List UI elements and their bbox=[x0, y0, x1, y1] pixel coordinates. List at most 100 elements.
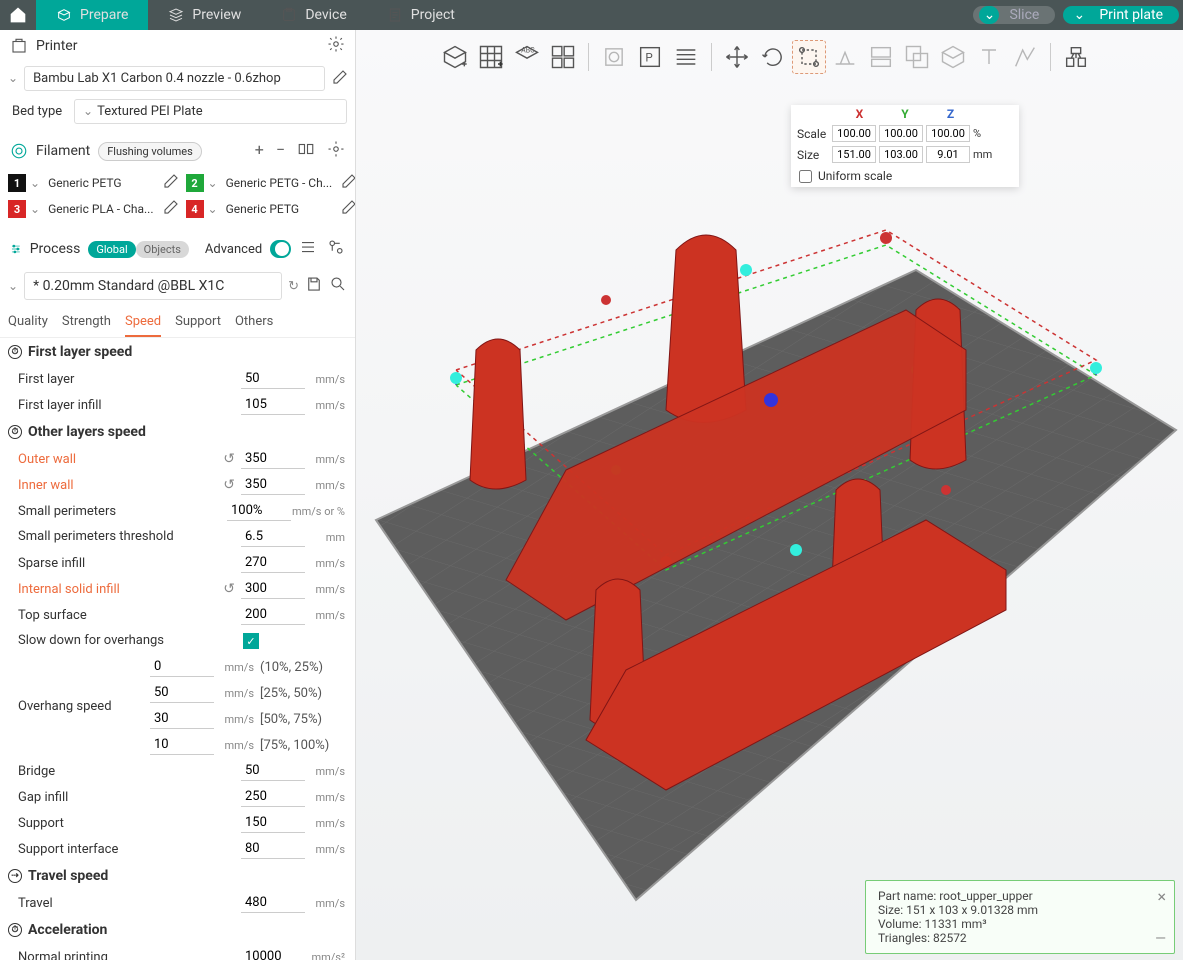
inner-wall-input[interactable] bbox=[241, 475, 305, 495]
tab-support[interactable]: Support bbox=[175, 308, 221, 337]
move-tool-icon[interactable] bbox=[720, 40, 754, 74]
rotate-tool-icon[interactable] bbox=[756, 40, 790, 74]
support-input[interactable] bbox=[241, 813, 305, 833]
advanced-toggle[interactable] bbox=[270, 240, 291, 258]
list-icon[interactable] bbox=[299, 238, 317, 260]
add-support-icon[interactable]: ABC bbox=[510, 40, 544, 74]
add-filament-icon[interactable]: + bbox=[255, 140, 264, 162]
internal-solid-infill-input[interactable] bbox=[241, 579, 305, 599]
gear-icon[interactable] bbox=[327, 35, 345, 57]
close-icon[interactable]: × bbox=[1157, 887, 1166, 906]
filament-color-swatch[interactable]: 4 bbox=[186, 200, 204, 218]
support-interface-input[interactable] bbox=[241, 839, 305, 859]
edit-icon[interactable] bbox=[340, 198, 356, 220]
tab-others[interactable]: Others bbox=[235, 308, 273, 337]
normal-printing-input[interactable] bbox=[241, 947, 305, 960]
reset-icon[interactable]: ↺ bbox=[223, 581, 235, 597]
first-layer-input[interactable] bbox=[241, 369, 305, 389]
remove-filament-icon[interactable]: − bbox=[276, 140, 285, 162]
flushing-volumes-button[interactable]: Flushing volumes bbox=[98, 142, 202, 161]
add-primitive-icon[interactable] bbox=[474, 40, 508, 74]
slice-button[interactable]: ⌄ Slice bbox=[973, 6, 1055, 24]
printer-dropdown[interactable]: Bambu Lab X1 Carbon 0.4 nozzle - 0.6zhop bbox=[24, 66, 325, 91]
add-plate-icon[interactable] bbox=[438, 40, 472, 74]
slow-overhangs-checkbox[interactable]: ✓ bbox=[243, 633, 259, 649]
chevron-down-icon[interactable] bbox=[208, 202, 218, 217]
scale-tool-icon[interactable] bbox=[792, 40, 826, 74]
group-travel-speed[interactable]: ⇢Travel speed bbox=[0, 862, 355, 890]
process-profile-dropdown[interactable]: * 0.20mm Standard @BBL X1C bbox=[24, 272, 282, 300]
orient-icon[interactable] bbox=[597, 40, 631, 74]
global-badge[interactable]: Global bbox=[88, 241, 135, 258]
print-plate-button[interactable]: ⌄ Print plate bbox=[1063, 6, 1179, 24]
filament-settings-icon[interactable] bbox=[327, 140, 345, 162]
group-acceleration[interactable]: ⏱Acceleration bbox=[0, 916, 355, 944]
settings-scroll-area[interactable]: ⏱First layer speed First layermm/s First… bbox=[0, 338, 355, 960]
filament-color-swatch[interactable]: 3 bbox=[8, 200, 26, 218]
small-perimeters-threshold-input[interactable] bbox=[241, 527, 305, 547]
seam-paint-icon[interactable] bbox=[1008, 40, 1042, 74]
filament-slot-4[interactable]: 4 Generic PETG bbox=[186, 198, 356, 220]
reset-icon[interactable]: ↻ bbox=[288, 279, 299, 294]
tab-device[interactable]: Device bbox=[261, 0, 366, 30]
group-other-layers-speed[interactable]: ⏱Other layers speed bbox=[0, 418, 355, 446]
variable-layer-icon[interactable] bbox=[669, 40, 703, 74]
filament-color-swatch[interactable]: 2 bbox=[186, 174, 204, 192]
filament-slot-3[interactable]: 3 Generic PLA - Cha... bbox=[8, 198, 178, 220]
bed-type-dropdown[interactable]: Textured PEI Plate bbox=[74, 99, 347, 124]
search-icon[interactable] bbox=[329, 275, 347, 297]
reset-icon[interactable]: ↺ bbox=[223, 477, 235, 493]
overhang-1-input[interactable] bbox=[150, 657, 214, 677]
arrange-icon[interactable] bbox=[546, 40, 580, 74]
edit-icon[interactable] bbox=[340, 172, 356, 194]
size-z-input[interactable] bbox=[926, 146, 970, 163]
home-button[interactable] bbox=[0, 0, 36, 30]
tab-prepare[interactable]: Prepare bbox=[36, 0, 148, 30]
edit-icon[interactable] bbox=[162, 172, 178, 194]
filament-slot-2[interactable]: 2 Generic PETG - Ch... bbox=[186, 172, 356, 194]
travel-input[interactable] bbox=[241, 893, 305, 913]
chevron-down-icon[interactable]: ⌄ bbox=[1069, 6, 1089, 24]
3d-viewport[interactable]: ABC P X Y Z bbox=[356, 30, 1183, 960]
edit-icon[interactable] bbox=[331, 68, 347, 90]
top-surface-input[interactable] bbox=[241, 605, 305, 625]
lay-flat-icon[interactable] bbox=[828, 40, 862, 74]
group-first-layer-speed[interactable]: ⏱First layer speed bbox=[0, 338, 355, 366]
chevron-down-icon[interactable] bbox=[8, 71, 18, 86]
mesh-boolean-icon[interactable] bbox=[900, 40, 934, 74]
tab-quality[interactable]: Quality bbox=[8, 308, 48, 337]
tab-preview[interactable]: Preview bbox=[148, 0, 261, 30]
objects-badge[interactable]: Objects bbox=[136, 241, 189, 258]
small-perimeters-input[interactable] bbox=[227, 501, 291, 521]
sparse-infill-input[interactable] bbox=[241, 553, 305, 573]
support-paint-icon[interactable] bbox=[936, 40, 970, 74]
size-x-input[interactable] bbox=[832, 146, 876, 163]
first-layer-infill-input[interactable] bbox=[241, 395, 305, 415]
overhang-2-input[interactable] bbox=[150, 683, 214, 703]
tab-strength[interactable]: Strength bbox=[62, 308, 111, 337]
overhang-4-input[interactable] bbox=[150, 735, 214, 755]
filament-slot-1[interactable]: 1 Generic PETG bbox=[8, 172, 178, 194]
compare-icon[interactable] bbox=[327, 238, 345, 260]
tab-speed[interactable]: Speed bbox=[125, 308, 161, 337]
chevron-down-icon[interactable] bbox=[8, 279, 18, 294]
size-y-input[interactable] bbox=[879, 146, 923, 163]
edit-icon[interactable] bbox=[162, 198, 178, 220]
chevron-down-icon[interactable]: ⌄ bbox=[979, 6, 999, 24]
sync-filament-icon[interactable] bbox=[297, 140, 315, 162]
cut-tool-icon[interactable] bbox=[864, 40, 898, 74]
outer-wall-input[interactable] bbox=[241, 449, 305, 469]
bridge-input[interactable] bbox=[241, 761, 305, 781]
tab-project[interactable]: Project bbox=[367, 0, 475, 30]
assembly-icon[interactable] bbox=[1059, 40, 1093, 74]
scale-z-input[interactable] bbox=[926, 125, 970, 142]
split-icon[interactable]: P bbox=[633, 40, 667, 74]
gap-infill-input[interactable] bbox=[241, 787, 305, 807]
chevron-down-icon[interactable] bbox=[30, 176, 40, 191]
scale-x-input[interactable] bbox=[832, 125, 876, 142]
chevron-down-icon[interactable] bbox=[30, 202, 40, 217]
save-icon[interactable] bbox=[305, 275, 323, 297]
text-tool-icon[interactable] bbox=[972, 40, 1006, 74]
scale-y-input[interactable] bbox=[879, 125, 923, 142]
filament-color-swatch[interactable]: 1 bbox=[8, 174, 26, 192]
